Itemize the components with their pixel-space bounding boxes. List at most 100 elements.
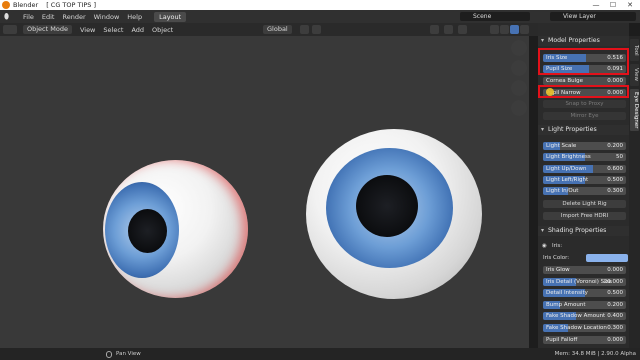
gizmo-icon[interactable] bbox=[444, 25, 453, 34]
solid-shading-icon[interactable] bbox=[500, 25, 509, 34]
tab-view[interactable]: View bbox=[630, 64, 639, 86]
orientation-dropdown[interactable]: Global bbox=[263, 25, 292, 34]
overlay-icon[interactable] bbox=[458, 25, 467, 34]
shading-properties-header[interactable]: Shading Properties bbox=[538, 226, 629, 236]
cornea-bulge-slider[interactable]: Cornea Bulge 0.000 bbox=[543, 77, 626, 85]
slider-label: Pupil Falloff bbox=[546, 337, 578, 343]
proportional-edit-icon[interactable] bbox=[312, 25, 321, 34]
menu-window[interactable]: Window bbox=[90, 13, 124, 21]
slider-label: Fake Shadow Amount bbox=[546, 313, 606, 319]
import-hdri-button[interactable]: Import Free HDRI bbox=[543, 212, 626, 220]
wireframe-shading-icon[interactable] bbox=[490, 25, 499, 34]
slider-value: 0.200 bbox=[607, 302, 623, 308]
file-name: [ CG TOP TIPS ] bbox=[46, 1, 97, 9]
maximize-button[interactable]: ☐ bbox=[605, 0, 621, 10]
iris-detail-size-slider[interactable]: Iris Detail (Voronoi) Size 20.000 bbox=[543, 278, 626, 286]
vp-menu-view[interactable]: View bbox=[76, 26, 99, 34]
menu-file[interactable]: File bbox=[19, 13, 38, 21]
tab-tool[interactable]: Tool bbox=[630, 39, 639, 61]
eyeball-left[interactable] bbox=[103, 160, 248, 298]
material-shading-icon[interactable] bbox=[510, 25, 519, 34]
slider-label: Iris Glow bbox=[546, 267, 570, 273]
menu-help[interactable]: Help bbox=[123, 13, 146, 21]
memory-version-info: Mem: 34.8 MiB | 2.90.0 Alpha bbox=[554, 351, 636, 357]
close-button[interactable]: ✕ bbox=[622, 0, 638, 10]
pupil bbox=[128, 209, 167, 253]
vp-menu-add[interactable]: Add bbox=[127, 26, 148, 34]
detail-intensity-slider[interactable]: Detail Intensity 0.500 bbox=[543, 289, 626, 297]
light-brightness-slider[interactable]: Light Brightness 50 bbox=[543, 153, 626, 161]
eyeball-right[interactable] bbox=[306, 129, 482, 299]
iris-icon: ◉ bbox=[542, 243, 547, 249]
visibility-icon[interactable] bbox=[430, 25, 439, 34]
mode-dropdown[interactable]: Object Mode bbox=[23, 25, 72, 34]
blender-logo-icon bbox=[2, 1, 10, 9]
fake-shadow-location-slider[interactable]: Fake Shadow Location 0.300 bbox=[543, 324, 626, 332]
status-hint: Pan View bbox=[116, 351, 141, 357]
light-up-down-slider[interactable]: Light Up/Down 0.600 bbox=[543, 165, 626, 173]
slider-value: 0.200 bbox=[607, 143, 623, 149]
pupil bbox=[356, 175, 418, 237]
app-name: Blender bbox=[13, 1, 39, 9]
grid-icon[interactable] bbox=[511, 100, 527, 116]
mirror-eye-button[interactable]: Mirror Eye bbox=[543, 112, 626, 120]
snap-to-proxy-button[interactable]: Snap to Proxy bbox=[543, 100, 626, 108]
vp-menu-object[interactable]: Object bbox=[148, 26, 177, 34]
slider-value: 0.000 bbox=[607, 78, 623, 84]
top-menu-bar: ⬮ File Edit Render Window Help Layout Sc… bbox=[0, 10, 640, 23]
mouse-cursor-indicator bbox=[546, 88, 554, 96]
slider-value: 0.000 bbox=[607, 267, 623, 273]
rendered-shading-icon[interactable] bbox=[520, 25, 529, 34]
editor-type-icon[interactable] bbox=[3, 25, 17, 34]
slider-label: Cornea Bulge bbox=[546, 78, 584, 84]
view-layer-selector[interactable]: View Layer bbox=[550, 12, 636, 21]
slider-label: Light Up/Down bbox=[546, 166, 587, 172]
zoom-icon[interactable] bbox=[511, 40, 527, 56]
iris bbox=[105, 182, 179, 278]
iris-glow-slider[interactable]: Iris Glow 0.000 bbox=[543, 266, 626, 274]
slider-label: Fake Shadow Location bbox=[546, 325, 607, 331]
mouse-icon bbox=[106, 351, 112, 358]
blender-menu-icon[interactable]: ⬮ bbox=[4, 12, 15, 21]
3d-viewport[interactable] bbox=[0, 36, 529, 348]
pan-icon[interactable] bbox=[511, 60, 527, 76]
slider-value: 0.000 bbox=[607, 337, 623, 343]
slider-value: 0.500 bbox=[607, 177, 623, 183]
highlight-box-iris-pupil bbox=[538, 48, 629, 75]
snap-icon[interactable] bbox=[300, 25, 309, 34]
slider-label: Light Left/Right bbox=[546, 177, 589, 183]
scene-selector[interactable]: Scene bbox=[460, 12, 530, 21]
tab-layout[interactable]: Layout bbox=[154, 11, 187, 22]
slider-value: 50 bbox=[616, 154, 623, 160]
menu-edit[interactable]: Edit bbox=[38, 13, 59, 21]
camera-icon[interactable] bbox=[511, 80, 527, 96]
window-titlebar: Blender [ CG TOP TIPS ] — ☐ ✕ bbox=[0, 0, 640, 10]
slider-label: Light In/Out bbox=[546, 188, 579, 194]
slider-value: 0.400 bbox=[607, 313, 623, 319]
vp-menu-select[interactable]: Select bbox=[99, 26, 127, 34]
slider-value: 20.000 bbox=[603, 279, 623, 285]
slider-value: 0.300 bbox=[607, 188, 623, 194]
sidebar-tab-strip: Tool View Eye Designer bbox=[629, 36, 640, 348]
light-in-out-slider[interactable]: Light In/Out 0.300 bbox=[543, 187, 626, 195]
light-scale-slider[interactable]: Light Scale 0.200 bbox=[543, 142, 626, 150]
fake-shadow-amount-slider[interactable]: Fake Shadow Amount 0.400 bbox=[543, 312, 626, 320]
slider-label: Iris Detail (Voronoi) Size bbox=[546, 279, 612, 285]
bump-amount-slider[interactable]: Bump Amount 0.200 bbox=[543, 301, 626, 309]
viewport-header: Object Mode View Select Add Object Globa… bbox=[0, 23, 538, 36]
delete-light-rig-button[interactable]: Delete Light Rig bbox=[543, 200, 626, 208]
slider-label: Detail Intensity bbox=[546, 290, 588, 296]
status-bar: Pan View Mem: 34.8 MiB | 2.90.0 Alpha bbox=[0, 348, 640, 360]
slider-value: 0.600 bbox=[607, 166, 623, 172]
light-left-right-slider[interactable]: Light Left/Right 0.500 bbox=[543, 176, 626, 184]
light-properties-header[interactable]: Light Properties bbox=[538, 125, 629, 135]
tab-eye-designer[interactable]: Eye Designer bbox=[630, 89, 639, 131]
iris-color-swatch[interactable] bbox=[586, 254, 628, 262]
menu-render[interactable]: Render bbox=[58, 13, 89, 21]
slider-label: Light Scale bbox=[546, 143, 577, 149]
slider-value: 0.300 bbox=[607, 325, 623, 331]
iris bbox=[326, 148, 453, 268]
minimize-button[interactable]: — bbox=[588, 0, 604, 10]
pupil-falloff-slider[interactable]: Pupil Falloff 0.000 bbox=[543, 336, 626, 344]
model-properties-header[interactable]: Model Properties bbox=[538, 36, 629, 46]
